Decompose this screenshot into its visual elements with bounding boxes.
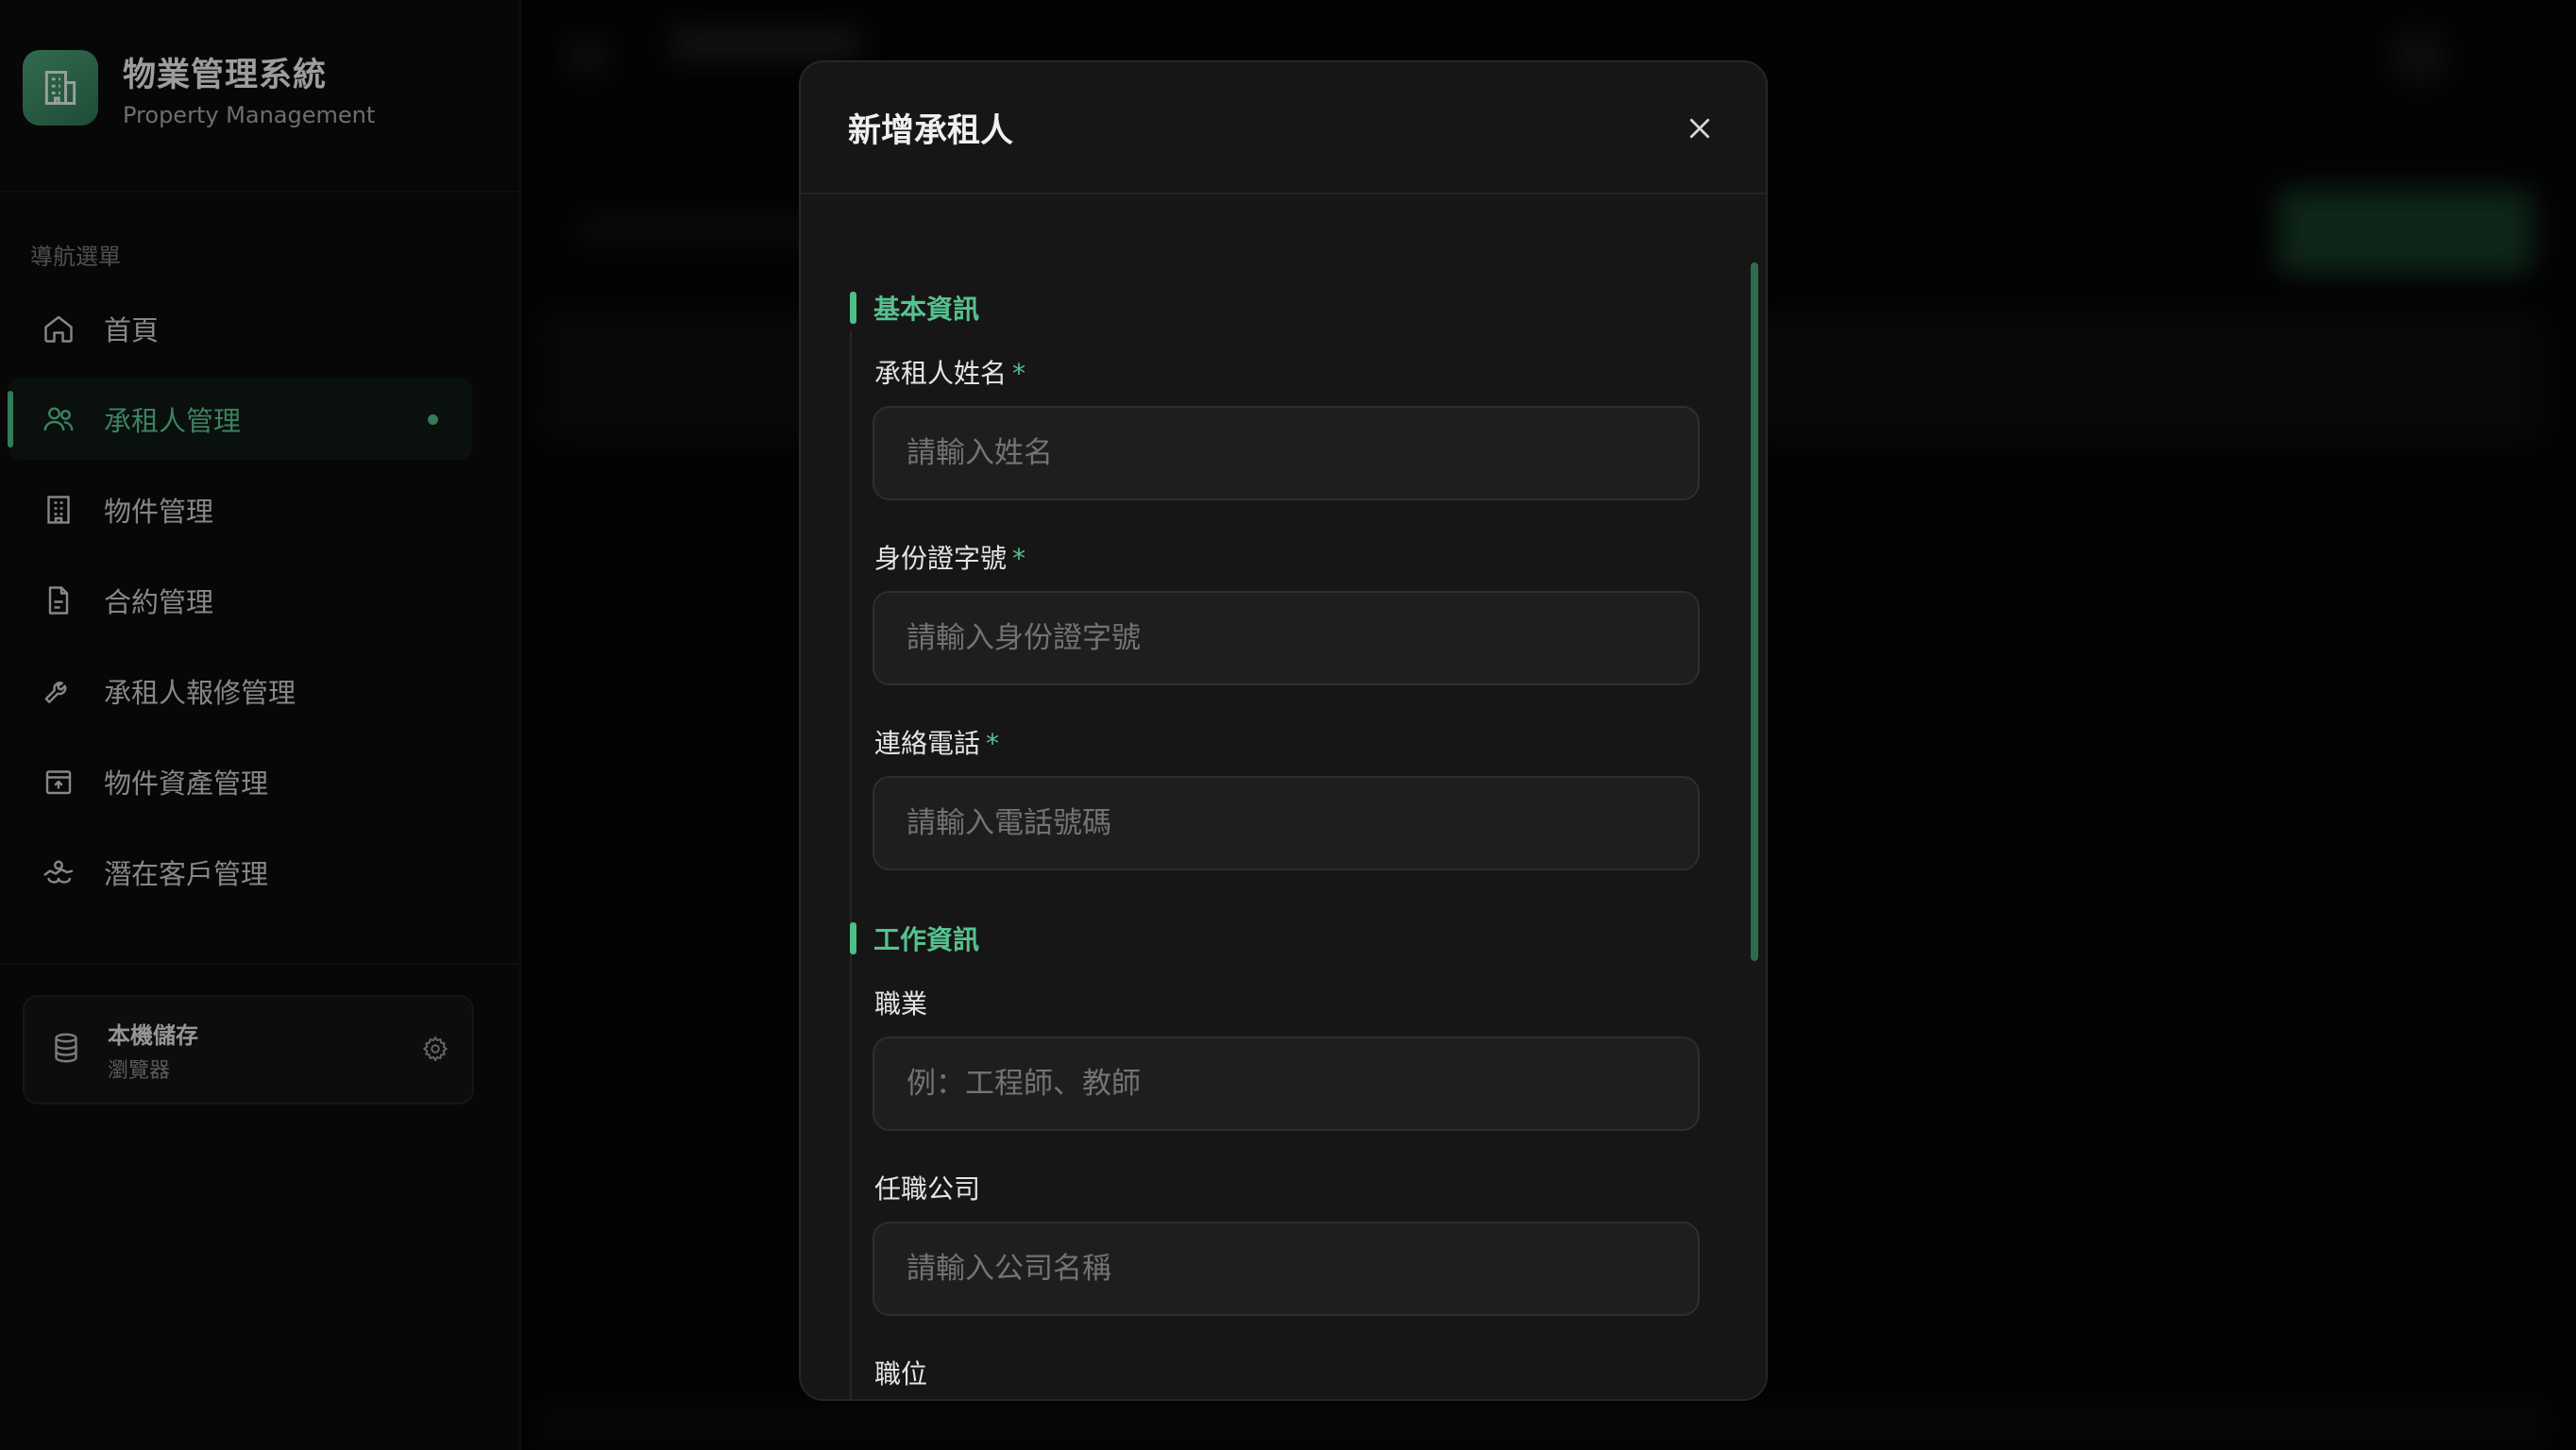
- section-title: 工作資訊: [873, 924, 980, 955]
- required-mark: *: [986, 728, 1000, 759]
- id-number-label: 身份證字號 *: [874, 538, 1025, 576]
- modal-scrollbar[interactable]: [1751, 262, 1758, 961]
- phone-label: 連絡電話 *: [874, 723, 999, 761]
- section-accent-bar: [850, 292, 856, 324]
- company-label: 任職公司: [874, 1169, 980, 1206]
- close-icon[interactable]: [1681, 110, 1719, 147]
- modal-header: 新增承租人: [801, 62, 1766, 194]
- field-label-text: 承租人姓名: [874, 358, 1008, 389]
- field-label-text: 職位: [874, 1358, 928, 1390]
- id-number-input[interactable]: [873, 591, 1700, 685]
- required-mark: *: [1012, 543, 1026, 574]
- section-guide-line: [850, 961, 852, 1399]
- required-mark: *: [1012, 358, 1026, 389]
- field-label-text: 任職公司: [874, 1173, 981, 1205]
- section-header-basic-info: 基本資訊: [850, 289, 979, 327]
- section-header-work-info: 工作資訊: [850, 919, 979, 957]
- section-guide-line: [850, 330, 852, 1008]
- field-label-text: 身份證字號: [874, 543, 1008, 574]
- modal-body[interactable]: 基本資訊 承租人姓名* 身份證字號* 連絡電話* 工作資訊 職業 任職公司: [801, 196, 1766, 1399]
- section-accent-bar: [850, 922, 856, 954]
- phone-input[interactable]: [873, 776, 1700, 870]
- modal-title: 新增承租人: [848, 111, 1014, 150]
- add-tenant-modal: 新增承租人 基本資訊 承租人姓名* 身份證字號* 連絡電話* 工作資訊: [799, 60, 1768, 1401]
- occupation-label: 職業: [874, 984, 927, 1021]
- section-title: 基本資訊: [873, 294, 980, 325]
- field-label-text: 職業: [874, 988, 928, 1020]
- field-label-text: 連絡電話: [874, 728, 981, 759]
- company-input[interactable]: [873, 1222, 1700, 1316]
- tenant-name-label: 承租人姓名 *: [874, 353, 1025, 391]
- tenant-name-input[interactable]: [873, 406, 1700, 500]
- occupation-input[interactable]: [873, 1037, 1700, 1131]
- position-label: 職位: [874, 1354, 927, 1391]
